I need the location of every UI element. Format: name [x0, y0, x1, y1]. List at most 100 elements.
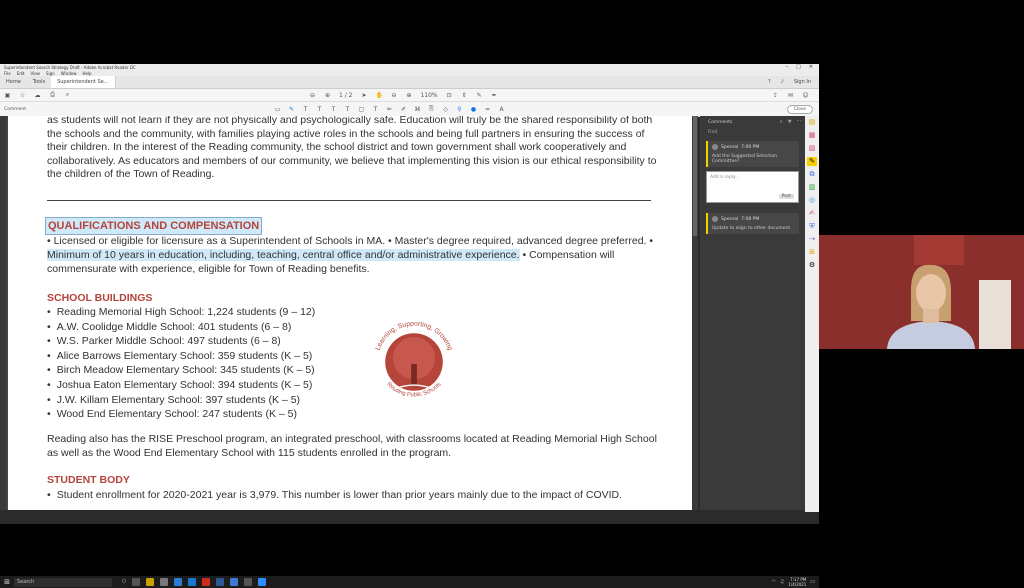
page-indicator[interactable]: 1 / 2 [339, 92, 352, 99]
comments-filter[interactable]: Find [700, 128, 805, 137]
more-icon[interactable]: ⋯ [797, 119, 802, 125]
menu-edit[interactable]: Edit [17, 71, 25, 76]
search-icon[interactable]: ⌕ [64, 91, 71, 99]
attach-icon[interactable]: ⌘ [414, 106, 421, 113]
cloud-icon[interactable]: ☁ [34, 92, 41, 99]
pencil-icon[interactable]: ✏ [386, 106, 393, 113]
sign-icon[interactable]: ✒ [491, 92, 498, 99]
sticky-note-icon[interactable]: ▭ [274, 106, 281, 113]
menu-help[interactable]: Help [82, 71, 91, 76]
acrobat-icon[interactable] [202, 578, 211, 586]
left-nav-collapsed[interactable] [0, 116, 6, 510]
edge-icon[interactable] [188, 578, 197, 586]
zoom-icon[interactable] [258, 578, 267, 586]
close-window-icon[interactable]: ✕ [809, 64, 813, 70]
sign-in-link[interactable]: Sign In [794, 79, 811, 85]
combine-icon[interactable]: ⧉ [807, 170, 817, 179]
fit-page-icon[interactable]: ⊡ [446, 92, 453, 99]
taskbar: ⊞ Search ○ ◠ ♫ 7:17 PM 1/4/2021 ▭ [0, 576, 819, 588]
line-weight-icon[interactable]: ═ [484, 106, 491, 113]
zoom-out-icon[interactable]: ⊖ [390, 92, 397, 99]
store-icon[interactable] [160, 578, 169, 586]
create-pdf-icon[interactable]: ▦ [807, 131, 817, 140]
stamp-icon[interactable]: ⎘ [428, 105, 435, 113]
protect-icon[interactable]: ⛨ [807, 222, 817, 231]
highlighted-text[interactable]: Minimum of 10 years in education, includ… [47, 248, 520, 261]
scrollbar[interactable] [692, 116, 698, 510]
add-user-icon[interactable]: ☺ [802, 92, 809, 99]
export-pdf-icon[interactable]: ▤ [807, 118, 817, 127]
menu-sign[interactable]: Sign [46, 71, 55, 76]
underline-icon[interactable]: T [302, 106, 309, 113]
scroll-thumb[interactable] [693, 116, 697, 236]
insert-text-icon[interactable]: T [344, 106, 351, 113]
clock-date[interactable]: 1/4/2021 [788, 582, 806, 587]
avatar [712, 144, 718, 150]
menu-file[interactable]: File [4, 71, 11, 76]
highlight-icon[interactable]: ✎ [288, 106, 295, 113]
menu-view[interactable]: View [30, 71, 40, 76]
send-icon[interactable]: ⇢ [807, 235, 817, 244]
scan-icon[interactable]: ◎ [807, 196, 817, 205]
file-explorer-icon[interactable] [146, 578, 155, 586]
edit-pdf-icon[interactable]: ▧ [807, 144, 817, 153]
comment-tool-rail-icon[interactable]: ✎ [807, 157, 817, 166]
wifi-icon[interactable]: ◠ [771, 579, 775, 585]
comment-card[interactable]: Spernal 7:08 PM Update to align to other… [706, 213, 799, 234]
bell-icon[interactable]: ♪ [781, 79, 784, 85]
next-page-icon[interactable]: ⊕ [324, 92, 331, 99]
chrome-icon[interactable] [230, 578, 239, 586]
comments-search-icon[interactable]: ⌕ [780, 119, 783, 125]
windows-start-icon[interactable]: ⊞ [0, 578, 14, 586]
prev-page-icon[interactable]: ⊖ [309, 92, 316, 99]
tab-home[interactable]: Home [0, 76, 27, 88]
volume-icon[interactable]: ♫ [780, 579, 784, 585]
help-icon[interactable]: ? [768, 79, 771, 85]
minimize-icon[interactable]: – [786, 64, 789, 70]
task-view-icon[interactable]: ○ [122, 578, 126, 586]
replace-text-icon[interactable]: T [330, 106, 337, 113]
zoom-level[interactable]: 110% [420, 92, 437, 99]
list-item: A.W. Coolidge Middle School: 401 student… [47, 320, 315, 335]
comment-author: Spernal [721, 144, 739, 150]
share-icon[interactable]: ⇪ [772, 92, 779, 99]
organize-icon[interactable]: ▥ [807, 183, 817, 192]
teams-icon[interactable] [244, 578, 253, 586]
strikethrough-icon[interactable]: T [316, 106, 323, 113]
shapes-icon[interactable]: ◇ [442, 106, 449, 113]
tab-document[interactable]: Superintendent Se... [51, 76, 116, 88]
fill-sign-icon[interactable]: ✍ [807, 209, 817, 218]
mail-icon[interactable]: ✉ [787, 92, 794, 99]
text-box-icon[interactable]: ▢ [358, 106, 365, 113]
color-dot-icon[interactable]: ● [470, 106, 477, 113]
print-icon[interactable]: ⎙ [49, 91, 56, 99]
close-comment-button[interactable]: Close [786, 104, 813, 114]
bookmark-star-icon[interactable]: ☆ [19, 92, 26, 99]
taskbar-search[interactable]: Search [14, 577, 112, 587]
comment-card[interactable]: Spernal 7:06 PM Add the Suggested Select… [706, 141, 799, 167]
pin-icon[interactable]: ⚲ [456, 106, 463, 113]
select-cursor-icon[interactable]: ➤ [360, 92, 367, 99]
hand-icon[interactable]: ✋ [375, 92, 382, 99]
zoom-in-icon[interactable]: ⊕ [405, 92, 412, 99]
menu-window[interactable]: Window [61, 71, 77, 76]
tab-tools[interactable]: Tools [27, 76, 51, 88]
eraser-icon[interactable]: ✐ [400, 106, 407, 113]
post-button[interactable]: Post [778, 194, 794, 199]
filter-icon[interactable]: ⧩ [787, 119, 791, 125]
text-callout-icon[interactable]: T [372, 106, 379, 113]
tools-icon[interactable]: ⚙ [807, 261, 817, 270]
word-icon[interactable] [216, 578, 225, 586]
mail-app-icon[interactable] [174, 578, 183, 586]
font-icon[interactable]: A [498, 106, 505, 113]
notifications-icon[interactable]: ▭ [810, 579, 815, 585]
qualifications-heading[interactable]: QUALIFICATIONS AND COMPENSATION [45, 217, 263, 235]
scroll-mode-icon[interactable]: ⇕ [461, 92, 468, 99]
maximize-icon[interactable]: □ [796, 64, 801, 70]
school-buildings-heading: SCHOOL BUILDINGS [47, 292, 153, 304]
more-tools-icon[interactable]: ⊞ [807, 248, 817, 257]
save-icon[interactable]: ▣ [4, 92, 11, 99]
taskview-icon[interactable] [132, 578, 141, 586]
comment-tool-icon[interactable]: ✎ [476, 92, 483, 99]
reply-input[interactable]: Add a reply... Post [706, 171, 799, 203]
